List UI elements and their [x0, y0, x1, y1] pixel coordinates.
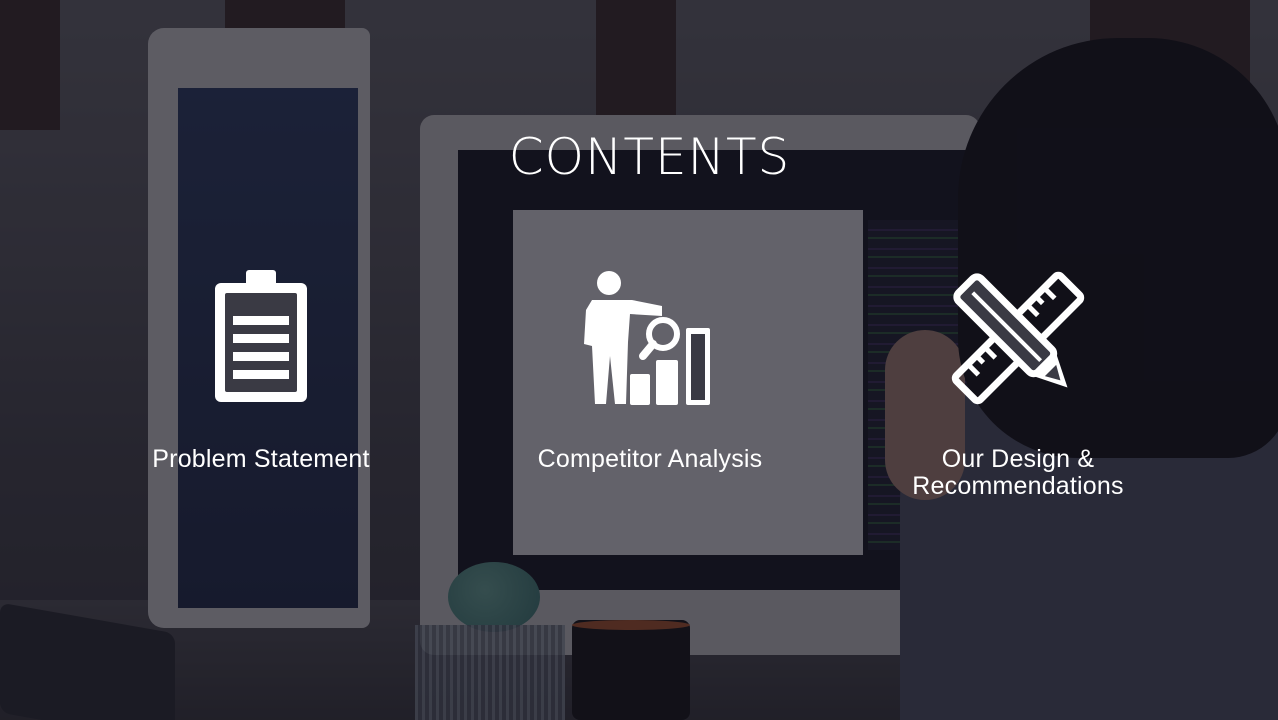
contents-item-problem-statement[interactable]: Problem Statement: [111, 270, 411, 473]
contents-item-label: Problem Statement: [152, 445, 370, 473]
contents-item-our-design-recommendations[interactable]: Our Design & Recommendations: [868, 270, 1168, 500]
ruler-pencil-icon: [951, 271, 1085, 405]
contents-item-competitor-analysis[interactable]: Competitor Analysis: [500, 270, 800, 473]
slide-title: CONTENTS: [508, 128, 791, 186]
contents-item-label: Competitor Analysis: [537, 445, 763, 473]
clipboard-icon: [215, 270, 307, 402]
contents-item-label: Our Design & Recommendations: [912, 445, 1124, 500]
presenter-analysis-chart-icon: [584, 271, 710, 405]
slide: CONTENTS Problem Statement Competitor An…: [0, 0, 1278, 720]
